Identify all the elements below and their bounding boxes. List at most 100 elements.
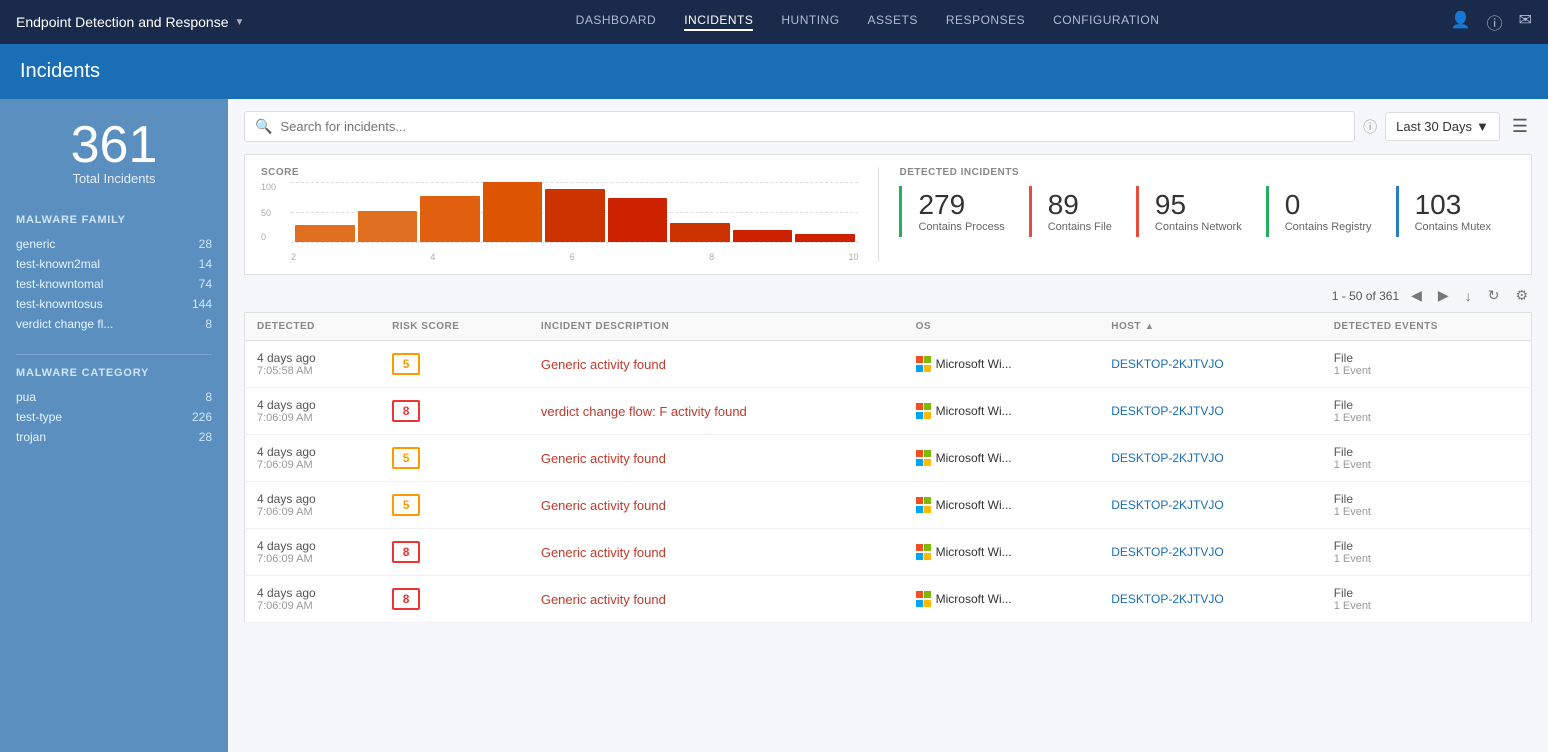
description-cell[interactable]: Generic activity found (529, 435, 904, 482)
filter-name: test-known2mal (16, 257, 100, 271)
nav-link-hunting[interactable]: HUNTING (781, 13, 839, 31)
table-controls: 1 - 50 of 361 ◀ ▶ ↓ ↻ ⚙ (244, 285, 1532, 306)
nav-link-incidents[interactable]: INCIDENTS (684, 13, 753, 31)
malware-family-item[interactable]: test-knowntomal74 (16, 274, 212, 294)
host-link[interactable]: DESKTOP-2KJTVJO (1111, 545, 1223, 559)
refresh-button[interactable]: ↻ (1484, 285, 1504, 306)
host-cell[interactable]: DESKTOP-2KJTVJO (1099, 435, 1321, 482)
nav-link-dashboard[interactable]: DASHBOARD (576, 13, 657, 31)
incident-time: 7:06:09 AM (257, 459, 368, 471)
nav-link-responses[interactable]: RESPONSES (946, 13, 1025, 31)
settings-button[interactable]: ⚙ (1511, 285, 1532, 306)
incident-link[interactable]: Generic activity found (541, 451, 666, 466)
total-incidents-count: 361 (16, 119, 212, 171)
detected-incidents-label: DETECTED INCIDENTS (899, 167, 1515, 178)
user-icon[interactable]: 👤 (1451, 10, 1471, 34)
table-row[interactable]: 4 days ago 7:06:09 AM 8 Generic activity… (245, 529, 1532, 576)
host-link[interactable]: DESKTOP-2KJTVJO (1111, 357, 1223, 371)
chart-x-labels: 2 4 6 8 10 (291, 252, 858, 262)
event-type: File (1334, 398, 1519, 412)
host-link[interactable]: DESKTOP-2KJTVJO (1111, 592, 1223, 606)
incident-time: 7:05:58 AM (257, 365, 368, 377)
description-cell[interactable]: Generic activity found (529, 529, 904, 576)
os-label: Microsoft Wi... (936, 404, 1012, 418)
description-cell[interactable]: Generic activity found (529, 341, 904, 388)
risk-score-cell: 5 (380, 435, 529, 482)
incident-date: 4 days ago (257, 586, 368, 600)
os-cell: Microsoft Wi... (904, 576, 1100, 623)
incident-link[interactable]: Generic activity found (541, 357, 666, 372)
host-link[interactable]: DESKTOP-2KJTVJO (1111, 498, 1223, 512)
table-row[interactable]: 4 days ago 7:06:09 AM 8 verdict change f… (245, 388, 1532, 435)
host-cell[interactable]: DESKTOP-2KJTVJO (1099, 576, 1321, 623)
search-help-button[interactable]: ⓘ (1363, 117, 1377, 137)
filter-count: 8 (205, 390, 212, 404)
incident-link[interactable]: Generic activity found (541, 498, 666, 513)
table-row[interactable]: 4 days ago 7:06:09 AM 5 Generic activity… (245, 435, 1532, 482)
menu-icon-button[interactable]: ☰ (1508, 112, 1532, 141)
date-filter-label: Last 30 Days (1396, 119, 1472, 134)
host-link[interactable]: DESKTOP-2KJTVJO (1111, 451, 1223, 465)
page-header: Incidents (0, 44, 1548, 99)
mail-icon[interactable]: ✉ (1519, 10, 1532, 34)
incident-link[interactable]: Generic activity found (541, 545, 666, 560)
description-cell[interactable]: Generic activity found (529, 482, 904, 529)
host-link[interactable]: DESKTOP-2KJTVJO (1111, 404, 1223, 418)
description-cell[interactable]: Generic activity found (529, 576, 904, 623)
date-filter-dropdown[interactable]: Last 30 Days ▼ (1385, 112, 1500, 141)
table-row[interactable]: 4 days ago 7:05:58 AM 5 Generic activity… (245, 341, 1532, 388)
risk-score-badge: 8 (392, 588, 420, 610)
malware-category-item[interactable]: trojan28 (16, 427, 212, 447)
incident-date: 4 days ago (257, 492, 368, 506)
malware-category-item[interactable]: pua8 (16, 387, 212, 407)
pagination-info: 1 - 50 of 361 (1332, 289, 1399, 303)
sort-icon: ▲ (1145, 321, 1154, 331)
filter-name: test-type (16, 410, 62, 424)
event-count: 1 Event (1334, 412, 1519, 424)
table-row[interactable]: 4 days ago 7:06:09 AM 8 Generic activity… (245, 576, 1532, 623)
nav-link-assets[interactable]: ASSETS (868, 13, 918, 31)
download-button[interactable]: ↓ (1461, 286, 1476, 306)
table-row[interactable]: 4 days ago 7:06:09 AM 5 Generic activity… (245, 482, 1532, 529)
malware-family-item[interactable]: test-known2mal 14 (16, 254, 212, 274)
stat-number: 279 (918, 190, 1004, 221)
host-cell[interactable]: DESKTOP-2KJTVJO (1099, 482, 1321, 529)
incident-link[interactable]: verdict change flow: F activity found (541, 404, 747, 419)
events-cell: File 1 Event (1322, 482, 1532, 529)
windows-icon (916, 497, 932, 513)
content-area: 🔍 ⓘ Last 30 Days ▼ ☰ SCORE (228, 99, 1548, 752)
prev-page-button[interactable]: ◀ (1407, 285, 1426, 306)
event-type: File (1334, 539, 1519, 553)
chart-bars-container (291, 182, 858, 242)
malware-category-section-title: MALWARE CATEGORY (16, 367, 212, 379)
description-cell[interactable]: verdict change flow: F activity found (529, 388, 904, 435)
host-cell[interactable]: DESKTOP-2KJTVJO (1099, 388, 1321, 435)
col-header-host[interactable]: HOST▲ (1099, 313, 1321, 341)
col-header-detected-events: DETECTED EVENTS (1322, 313, 1532, 341)
incident-link[interactable]: Generic activity found (541, 592, 666, 607)
nav-link-configuration[interactable]: CONFIGURATION (1053, 13, 1159, 31)
search-input-wrapper[interactable]: 🔍 (244, 111, 1355, 142)
app-brand[interactable]: Endpoint Detection and Response ▼ (16, 14, 244, 30)
incident-date: 4 days ago (257, 398, 368, 412)
malware-category-list: pua8test-type226trojan28 (16, 387, 212, 447)
next-page-button[interactable]: ▶ (1434, 285, 1453, 306)
chart-bar-7 (733, 230, 793, 242)
events-cell: File 1 Event (1322, 435, 1532, 482)
windows-icon (916, 450, 932, 466)
host-cell[interactable]: DESKTOP-2KJTVJO (1099, 529, 1321, 576)
malware-family-item[interactable]: verdict change fl...8 (16, 314, 212, 334)
events-cell: File 1 Event (1322, 341, 1532, 388)
sidebar: 361 Total Incidents MALWARE FAMILY gener… (0, 99, 228, 752)
malware-family-item[interactable]: generic28 (16, 234, 212, 254)
malware-family-item[interactable]: test-knowntosus144 (16, 294, 212, 314)
incident-time: 7:06:09 AM (257, 412, 368, 424)
event-type: File (1334, 492, 1519, 506)
malware-category-item[interactable]: test-type226 (16, 407, 212, 427)
help-icon[interactable]: ⓘ (1487, 10, 1503, 34)
detected-cell: 4 days ago 7:06:09 AM (245, 388, 381, 435)
search-input[interactable] (280, 119, 1344, 134)
host-cell[interactable]: DESKTOP-2KJTVJO (1099, 341, 1321, 388)
brand-chevron: ▼ (234, 17, 244, 28)
filter-count: 14 (199, 257, 212, 271)
